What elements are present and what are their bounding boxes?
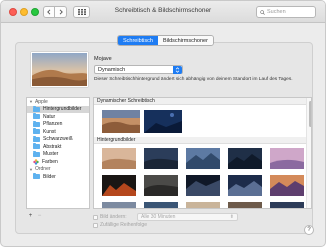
forward-button[interactable] [55, 6, 67, 18]
wallpaper-name: Mojave [94, 56, 112, 62]
change-picture-checkbox[interactable] [93, 214, 98, 220]
zoom-button[interactable] [31, 8, 39, 16]
wallpaper-thumb[interactable] [270, 202, 304, 208]
sidebar-item-natur[interactable]: Natur [27, 113, 89, 121]
random-order-checkbox[interactable] [93, 222, 98, 228]
scrollbar-knob[interactable] [309, 101, 311, 127]
section-header-wallpapers: Hintergrundbilder [94, 137, 306, 144]
select-arrows-icon [173, 66, 182, 74]
disclosure-triangle-icon: ▼ [29, 166, 33, 172]
sidebar-item-abstrakt[interactable]: Abstrakt [27, 143, 89, 151]
select-arrows-icon: ⬍ [229, 214, 234, 220]
section-header-dynamic: Dynamischer Schreibtisch [94, 98, 306, 105]
wallpaper-thumb[interactable] [186, 175, 220, 196]
sidebar-item-kunst[interactable]: Kunst [27, 128, 89, 136]
color-flower-icon [33, 159, 39, 165]
minimize-button[interactable] [20, 8, 28, 16]
search-input[interactable] [267, 9, 315, 15]
sidebar-group-ordner[interactable]: ▼ Ordner [27, 166, 89, 174]
folder-icon [33, 128, 40, 135]
wallpaper-thumb[interactable] [144, 202, 178, 208]
chevron-right-icon [59, 9, 63, 15]
sidebar-item-hintergrundbilder[interactable]: Hintergrundbilder [27, 105, 89, 113]
preferences-window: Schreibtisch & Bildschirmschoner Schreib… [0, 0, 326, 247]
wallpaper-browser: Dynamischer Schreibtisch Hintergrundbild… [93, 97, 312, 209]
appearance-select-value: Dynamisch [98, 66, 126, 73]
wallpaper-thumb[interactable] [228, 148, 262, 169]
wallpaper-thumb[interactable] [270, 175, 304, 196]
chevron-left-icon [47, 9, 51, 15]
folder-icon [33, 173, 40, 180]
wallpaper-thumb[interactable] [144, 148, 178, 169]
folder-icon [33, 120, 40, 127]
change-picture-row: Bild ändern: [93, 214, 127, 220]
back-button[interactable] [43, 6, 55, 18]
wallpaper-thumb[interactable] [102, 148, 136, 169]
tab-schreibtisch[interactable]: Schreibtisch [118, 36, 158, 45]
grid-icon [77, 9, 86, 15]
show-all-button[interactable] [73, 6, 90, 18]
wallpaper-thumb-mojave[interactable] [102, 110, 140, 133]
sidebar-item-muster[interactable]: Muster [27, 150, 89, 159]
sidebar-group-apple[interactable]: ▼ Apple [27, 98, 89, 106]
wallpaper-thumb[interactable] [144, 175, 178, 196]
add-remove-controls: + − [26, 213, 44, 220]
folder-icon [33, 135, 40, 142]
change-interval-select[interactable]: Alle 30 Minuten ⬍ [137, 213, 238, 221]
wallpaper-preview [31, 52, 88, 87]
random-order-label: Zufällige Reihenfolge [100, 222, 147, 228]
folder-icon [33, 143, 40, 150]
wallpaper-thumb[interactable] [228, 202, 262, 208]
disclosure-triangle-icon: ▼ [29, 99, 33, 105]
folder-icon [33, 113, 40, 120]
sidebar-item-schwarzweiss[interactable]: Schwarzweiß [27, 135, 89, 144]
change-picture-label: Bild ändern: [100, 214, 127, 220]
wallpaper-thumb[interactable] [186, 148, 220, 169]
random-order-row: Zufällige Reihenfolge [93, 222, 147, 228]
change-interval-value: Alle 30 Minuten [141, 214, 176, 220]
sidebar-item-bilder[interactable]: Bilder [27, 173, 89, 181]
wallpaper-thumb[interactable] [228, 175, 262, 196]
search-field[interactable] [256, 6, 316, 18]
scrollbar[interactable] [306, 98, 311, 208]
close-button[interactable] [9, 8, 17, 16]
help-button[interactable]: ? [304, 225, 314, 235]
wallpaper-thumb[interactable] [102, 202, 136, 208]
sidebar-item-farben[interactable]: Farben [27, 158, 89, 166]
sidebar-item-pflanzen[interactable]: Pflanzen [27, 120, 89, 129]
folder-icon [33, 150, 40, 157]
title-bar: Schreibtisch & Bildschirmschoner [1, 1, 325, 23]
tab-bildschirmschoner[interactable]: Bildschirmschoner [157, 36, 213, 45]
tab-bar: Schreibtisch Bildschirmschoner [117, 35, 214, 46]
wallpaper-thumb[interactable] [270, 148, 304, 169]
folder-icon [33, 105, 40, 112]
source-list: ▼ Apple Hintergrundbilder Natur Pflanzen … [26, 97, 90, 209]
appearance-select[interactable]: Dynamisch [94, 65, 183, 74]
wallpaper-description: Dieser Schreibtischhintergrund ändert si… [94, 77, 293, 82]
add-folder-button[interactable]: + [26, 213, 35, 220]
remove-folder-button[interactable]: − [35, 213, 44, 220]
search-icon [260, 9, 265, 15]
wallpaper-thumb-catalina[interactable] [144, 110, 182, 133]
wallpaper-thumb[interactable] [102, 175, 136, 196]
wallpaper-thumb[interactable] [186, 202, 220, 208]
